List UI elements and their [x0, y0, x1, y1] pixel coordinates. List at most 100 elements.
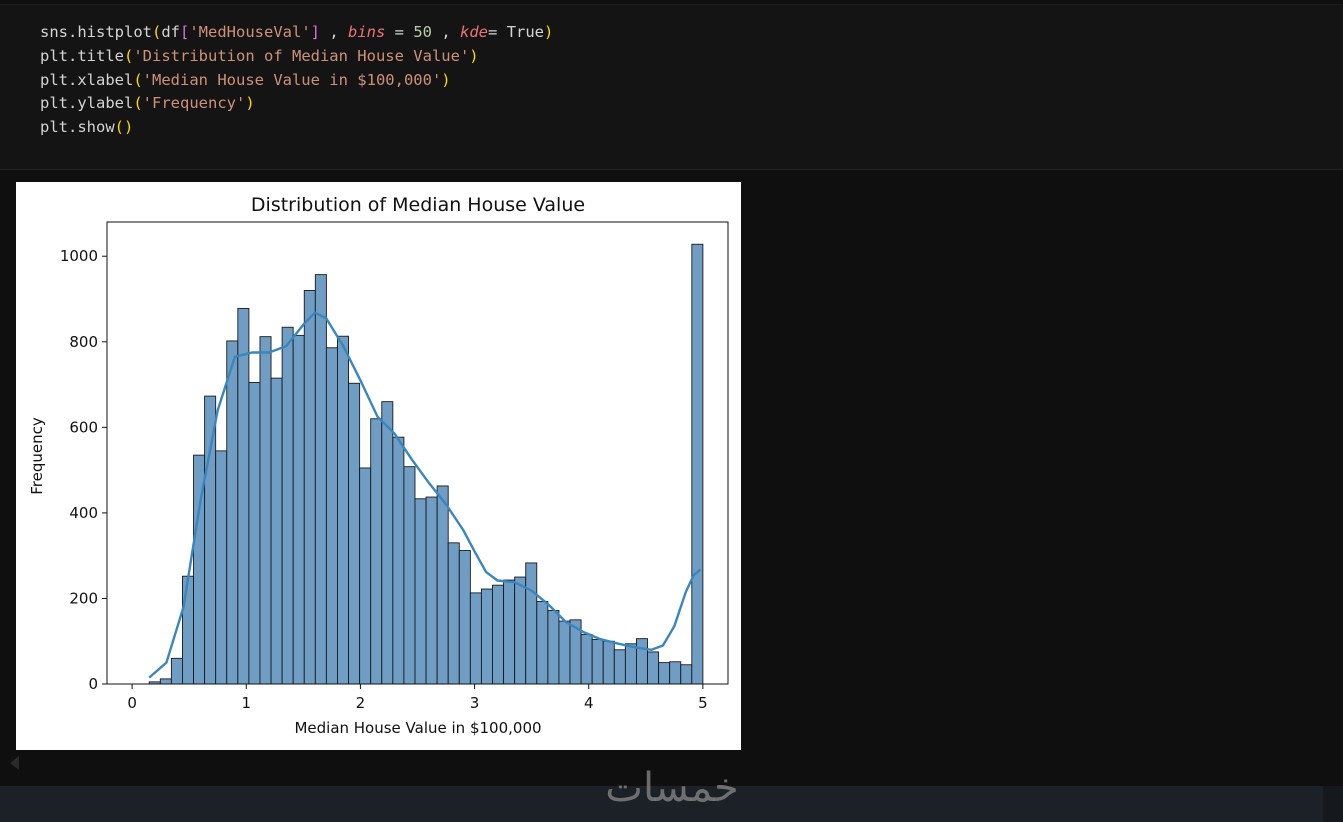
histogram-bar [215, 450, 228, 685]
code-token: df [161, 23, 180, 41]
code-line: plt.title('Distribution of Median House … [40, 45, 553, 69]
code-token: kde [460, 23, 489, 41]
code-token: [ [180, 23, 190, 41]
code-token: = [385, 23, 414, 41]
code-token: , [320, 23, 349, 41]
histogram-bar [436, 485, 449, 685]
histogram-bar [314, 274, 327, 685]
code-token: ( [133, 94, 143, 113]
x-axis-label: Median House Value in $100,000 [294, 719, 541, 737]
y-axis-label: Frequency [28, 417, 46, 495]
histogram-bar [226, 340, 239, 685]
scroll-left-arrow-icon[interactable] [10, 756, 19, 770]
histogram-bar [624, 643, 637, 685]
histogram-bar [182, 575, 194, 685]
histogram-bar [159, 678, 172, 685]
histogram-bar [403, 466, 416, 685]
histogram-bar [635, 638, 648, 685]
histogram-bar [647, 651, 660, 685]
khamsat-watermark-logo: خمسات [605, 768, 738, 810]
code-token: sns.histplot [40, 23, 152, 41]
histogram-bar [503, 579, 516, 685]
code-token: plt.title [40, 46, 124, 65]
code-token: ( [151, 23, 162, 41]
code-cell[interactable]: sns.histplot(df['MedHouseVal'] , bins = … [0, 4, 1343, 170]
histogram-bar [204, 395, 217, 685]
histogram-bar [270, 377, 283, 685]
histogram-bar [558, 620, 571, 685]
x-tick-label: 4 [584, 694, 594, 712]
histogram-bar [580, 633, 593, 685]
x-tick-label: 2 [356, 694, 366, 712]
y-tick-label: 200 [69, 589, 98, 607]
histogram-bar [425, 496, 438, 685]
histogram-bar [547, 609, 560, 685]
y-tick-label: 600 [69, 418, 98, 436]
code-editor[interactable]: sns.histplot(df['MedHouseVal'] , bins = … [40, 21, 553, 140]
histogram-bar [370, 418, 383, 685]
code-token: () [114, 118, 134, 137]
histogram-bar [325, 347, 338, 685]
histogram-bar [525, 562, 538, 685]
histogram-bar [337, 335, 350, 685]
x-tick-label: 5 [698, 694, 708, 712]
scrollbar-corner [1323, 786, 1343, 822]
code-token: ] [310, 23, 321, 41]
x-tick-label: 0 [127, 694, 137, 712]
histogram-bar [680, 664, 693, 685]
plot-output: Distribution of Median House Value Frequ… [16, 182, 741, 750]
histogram-bar [381, 401, 394, 685]
code-token: 'Distribution of Median House Value' [133, 46, 470, 65]
code-line: plt.ylabel('Frequency') [40, 92, 553, 116]
code-token: ) [441, 70, 451, 89]
chart-title: Distribution of Median House Value [251, 194, 585, 216]
code-line: plt.show() [40, 116, 553, 140]
histogram-bar [392, 436, 405, 685]
histogram-bar [348, 382, 361, 685]
y-tick-label: 0 [88, 675, 98, 693]
histogram-bar [514, 576, 527, 685]
histogram-bar [170, 657, 183, 685]
code-token: plt.show [40, 118, 115, 137]
histogram-bar [492, 584, 505, 685]
histogram-bar [414, 498, 427, 685]
histogram-bar [447, 542, 460, 685]
code-token: bins [348, 23, 386, 41]
histogram-chart: Distribution of Median House Value Frequ… [28, 194, 729, 737]
histogram-bar [602, 640, 615, 685]
code-token: 'Frequency' [142, 94, 246, 113]
histogram-bar [281, 326, 294, 685]
code-token: ( [133, 70, 143, 89]
histogram-bar [458, 550, 471, 685]
histogram-bar [613, 649, 626, 685]
code-token: , [432, 23, 461, 41]
histogram-bar [691, 243, 704, 685]
code-token: 'Median House Value in $100,000' [142, 70, 442, 89]
histogram-bar [469, 592, 482, 685]
histogram-bar [480, 588, 493, 685]
code-token: ) [469, 46, 479, 65]
histogram-bar [536, 600, 549, 685]
histogram-bar [303, 289, 316, 685]
code-token: 50 [413, 23, 433, 41]
histogram-bar [359, 467, 372, 685]
histogram-bar [248, 381, 261, 685]
code-token: True [506, 23, 545, 41]
svg-text:خمسات: خمسات [605, 768, 738, 810]
x-tick-label: 1 [241, 694, 251, 712]
histogram-bar [591, 639, 604, 685]
histogram-bar [658, 662, 671, 685]
histogram-bar [292, 334, 305, 685]
code-token: ( [124, 46, 134, 65]
histogram-bar [259, 336, 272, 685]
code-token: 'MedHouseVal' [189, 23, 311, 41]
code-token: ) [245, 94, 255, 113]
code-token: ) [544, 23, 554, 41]
code-token: = [488, 23, 507, 41]
x-tick-label: 3 [470, 694, 480, 712]
y-tick-label: 1000 [60, 247, 98, 265]
code-line: plt.xlabel('Median House Value in $100,0… [40, 69, 553, 93]
y-tick-label: 800 [69, 333, 98, 351]
y-tick-label: 400 [69, 504, 98, 522]
histogram-bar [237, 307, 250, 685]
